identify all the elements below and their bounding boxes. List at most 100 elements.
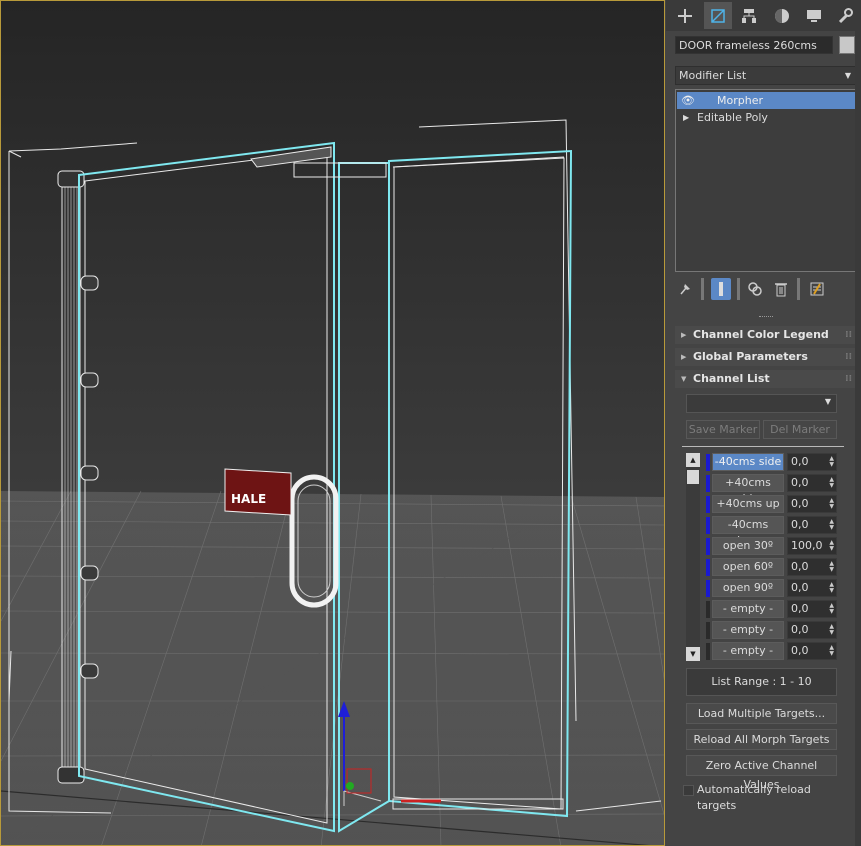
channel-name-button[interactable]: - empty - <box>712 600 784 618</box>
channel-value-spinner[interactable]: 0,0 ▲ ▼ <box>787 579 837 597</box>
channel-name-button[interactable]: -40cms down <box>712 516 784 547</box>
channel-value-spinner[interactable]: 0,0 ▲ ▼ <box>787 621 837 639</box>
channel-row[interactable]: -40cms down 0,0 ▲▼ <box>704 516 840 547</box>
channel-value: 100,0 <box>791 539 823 552</box>
channel-value-spinner[interactable]: 0,0 ▲ ▼ <box>787 516 837 534</box>
stack-item-morpher[interactable]: 👁 Morpher <box>677 92 855 109</box>
channel-row[interactable]: - empty - 0,0 ▲ ▼ <box>704 600 840 619</box>
channel-color-indicator <box>706 496 710 513</box>
plus-icon <box>678 8 692 23</box>
modifier-list-dropdown[interactable]: Modifier List ▼ <box>675 66 856 85</box>
stack-tools <box>675 278 856 302</box>
channel-name-button[interactable]: +40cms side <box>712 474 784 505</box>
hierarchy-icon <box>742 8 756 23</box>
display-icon <box>807 9 821 22</box>
channel-color-indicator <box>706 622 710 639</box>
list-range-display: List Range : 1 - 10 <box>686 668 837 696</box>
channel-value-spinner[interactable]: 0,0 ▲ ▼ <box>787 453 837 471</box>
channel-value-spinner[interactable]: 0,0 ▲ ▼ <box>787 474 837 492</box>
perspective-viewport[interactable]: HALE <box>0 0 665 846</box>
object-name-field[interactable]: DOOR frameless 260cms <box>675 36 833 54</box>
scroll-down-icon[interactable]: ▼ <box>686 647 700 661</box>
spinner-arrows-icon[interactable]: ▲ ▼ <box>829 582 834 594</box>
spinner-arrows-icon[interactable]: ▲ ▼ <box>829 540 834 552</box>
load-multiple-targets-button[interactable]: Load Multiple Targets... <box>686 703 837 724</box>
stack-item-editable-poly[interactable]: ▶ Editable Poly <box>677 109 855 126</box>
stack-item-label: Morpher <box>717 94 763 107</box>
rollout-channel-color-legend[interactable]: ▶ Channel Color Legend ⁞⁞ <box>675 326 856 344</box>
spinner-arrows-icon[interactable]: ▲ ▼ <box>829 603 834 615</box>
separator <box>701 278 704 300</box>
spinner-arrows-icon[interactable]: ▲ ▼ <box>829 645 834 657</box>
marker-dropdown[interactable]: ▼ <box>686 394 837 413</box>
modify-tab[interactable] <box>704 2 732 29</box>
channel-value: 0,0 <box>791 518 809 531</box>
spinner-arrows-icon[interactable]: ▲ ▼ <box>829 561 834 573</box>
channel-row[interactable]: open 90º 0,0 ▲ ▼ <box>704 579 840 598</box>
chevron-down-icon: ▼ <box>844 71 851 80</box>
channel-value-spinner[interactable]: 0,0 ▲ ▼ <box>787 495 837 513</box>
trash-icon[interactable] <box>771 278 791 300</box>
configure-modifier-sets-icon[interactable] <box>807 278 827 300</box>
hinge-post <box>57 170 85 784</box>
spinner-arrows-icon[interactable]: ▲ ▼ <box>829 498 834 510</box>
auto-reload-checkbox[interactable] <box>683 785 694 796</box>
channel-value: 0,0 <box>791 644 809 657</box>
channel-name-button[interactable]: open 30º <box>712 537 784 555</box>
make-unique-icon[interactable] <box>745 278 765 300</box>
scroll-thumb[interactable] <box>687 470 699 484</box>
show-end-result-icon[interactable] <box>711 278 731 300</box>
channel-row[interactable]: open 30º 100,0 ▲ ▼ <box>704 537 840 556</box>
scroll-up-icon[interactable]: ▲ <box>686 453 700 467</box>
modifier-stack[interactable]: 👁 Morpher ▶ Editable Poly <box>675 89 856 272</box>
channel-value-spinner[interactable]: 0,0 ▲ ▼ <box>787 642 837 660</box>
stack-item-label: Editable Poly <box>697 111 768 124</box>
channel-name-button[interactable]: open 90º <box>712 579 784 597</box>
channel-name-button[interactable]: -40cms side <box>712 453 784 471</box>
create-tab[interactable] <box>671 2 699 29</box>
channel-name-button[interactable]: - empty - <box>712 621 784 639</box>
channel-row[interactable]: -40cms side 0,0 ▲ ▼ <box>704 453 840 472</box>
chevron-down-icon: ▼ <box>824 397 831 406</box>
motion-icon <box>775 8 789 23</box>
spinner-arrows-icon[interactable]: ▲ ▼ <box>829 477 834 489</box>
zero-active-channel-values-button[interactable]: Zero Active Channel Values <box>686 755 837 791</box>
spinner-arrows-icon[interactable]: ▲ ▼ <box>829 624 834 636</box>
channel-row[interactable]: - empty - 0,0 ▲ ▼ <box>704 642 840 661</box>
channel-value-spinner[interactable]: 0,0 ▲ ▼ <box>787 600 837 618</box>
expand-triangle-icon[interactable]: ▶ <box>683 109 689 126</box>
pin-stack-icon[interactable] <box>675 278 695 300</box>
motion-tab[interactable] <box>768 2 796 29</box>
grip-icon: ⁞⁞ <box>845 352 852 362</box>
channel-name-button[interactable]: open 60º <box>712 558 784 576</box>
rollout-channel-list[interactable]: ▼ Channel List ⁞⁞ <box>675 370 856 388</box>
channel-row[interactable]: open 60º 0,0 ▲ ▼ <box>704 558 840 577</box>
channel-row[interactable]: +40cms up 0,0 ▲ ▼ <box>704 495 840 514</box>
panel-scrollbar[interactable] <box>855 0 861 846</box>
eye-icon[interactable]: 👁 <box>681 92 695 109</box>
modify-icon <box>711 8 725 23</box>
channel-scrollbar[interactable]: ▲ ▼ <box>686 453 700 661</box>
del-marker-button[interactable]: Del Marker <box>763 420 837 439</box>
channel-value-spinner[interactable]: 0,0 ▲ ▼ <box>787 558 837 576</box>
separator <box>737 278 740 300</box>
spinner-arrows-icon[interactable]: ▲ ▼ <box>829 519 834 531</box>
panel-grip[interactable] <box>759 316 773 319</box>
channel-name-button[interactable]: +40cms up <box>712 495 784 513</box>
channel-name-button[interactable]: - empty - <box>712 642 784 660</box>
command-panel: DOOR frameless 260cms Modifier List ▼ 👁 … <box>666 0 861 846</box>
auto-reload-checkbox-row[interactable]: Automatically reload targets <box>683 782 853 812</box>
hierarchy-tab[interactable] <box>735 2 763 29</box>
channel-row[interactable]: - empty - 0,0 ▲ ▼ <box>704 621 840 640</box>
object-color-swatch[interactable] <box>839 36 855 54</box>
channel-color-indicator <box>706 538 710 555</box>
channel-value-spinner[interactable]: 100,0 ▲ ▼ <box>787 537 837 555</box>
channel-row[interactable]: +40cms side 0,0 ▲▼ <box>704 474 840 505</box>
collapsed-triangle-icon: ▶ <box>681 331 687 339</box>
save-marker-button[interactable]: Save Marker <box>686 420 760 439</box>
reload-all-morph-targets-button[interactable]: Reload All Morph Targets <box>686 729 837 750</box>
display-tab[interactable] <box>800 2 828 29</box>
channel-color-indicator <box>706 517 710 534</box>
rollout-global-parameters[interactable]: ▶ Global Parameters ⁞⁞ <box>675 348 856 366</box>
spinner-arrows-icon[interactable]: ▲ ▼ <box>829 456 834 468</box>
